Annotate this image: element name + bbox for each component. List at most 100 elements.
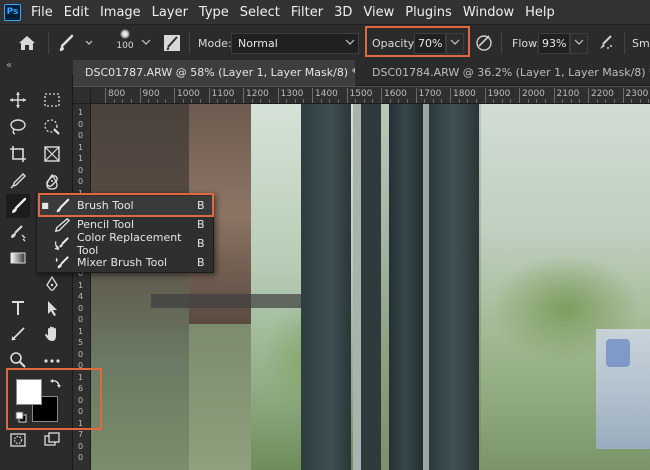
pen-tool[interactable] bbox=[40, 272, 64, 296]
mode-dropdown[interactable]: Normal bbox=[231, 33, 359, 54]
flow-label: Flow: bbox=[512, 37, 541, 50]
flow-dropdown-button[interactable] bbox=[570, 33, 588, 54]
shortcut-key: B bbox=[197, 237, 205, 250]
ruler-minor-tick bbox=[398, 99, 400, 103]
ruler-digit: 1 bbox=[78, 280, 84, 290]
home-icon[interactable] bbox=[18, 34, 36, 55]
eyedropper-tool[interactable] bbox=[6, 169, 30, 193]
clone-stamp-tool[interactable] bbox=[6, 221, 30, 245]
menu-type[interactable]: Type bbox=[199, 5, 229, 20]
ruler-tick bbox=[450, 88, 451, 103]
gradient-tool[interactable] bbox=[6, 246, 30, 270]
hand-icon bbox=[45, 326, 56, 341]
rectangle-tool[interactable] bbox=[6, 322, 30, 346]
ruler-minor-tick bbox=[536, 99, 538, 103]
chevron-down-icon[interactable] bbox=[141, 38, 151, 49]
blur-tool[interactable] bbox=[40, 170, 64, 194]
brush-icon bbox=[12, 197, 27, 213]
ruler-minor-tick bbox=[579, 99, 581, 103]
document-canvas[interactable] bbox=[91, 104, 650, 470]
menu-file[interactable]: File bbox=[31, 5, 53, 20]
brush-size-preview[interactable]: 100 bbox=[114, 29, 136, 51]
tab-dsc01784[interactable]: DSC01784.ARW @ 36.2% (Layer 1, Layer Mas… bbox=[360, 60, 650, 86]
menu-layer[interactable]: Layer bbox=[152, 5, 188, 20]
type-tool[interactable] bbox=[6, 296, 30, 320]
ruler-digit: 0 bbox=[78, 315, 84, 324]
ruler-minor-tick bbox=[191, 99, 193, 103]
path-selection-tool[interactable] bbox=[40, 296, 64, 320]
menu-window[interactable]: Window bbox=[463, 5, 514, 20]
ruler-minor-tick bbox=[475, 99, 477, 103]
ruler-minor-tick bbox=[329, 99, 331, 103]
quick-mask-button[interactable] bbox=[6, 428, 30, 452]
menu-3d[interactable]: 3D bbox=[334, 5, 352, 20]
ruler-tick bbox=[588, 88, 589, 103]
ruler-minor-tick bbox=[320, 99, 322, 103]
quick-selection-tool[interactable] bbox=[40, 115, 64, 139]
ruler-minor-tick bbox=[251, 99, 253, 103]
tab-dsc01787[interactable]: DSC01787.ARW @ 58% (Layer 1, Layer Mask/… bbox=[73, 60, 355, 86]
screen-mode-button[interactable] bbox=[40, 428, 64, 452]
brush-settings-panel-icon[interactable] bbox=[162, 33, 182, 56]
horizontal-ruler[interactable]: 800 900 1000 1100 1200 1300 1400 1500 1600 1700 18… bbox=[91, 87, 650, 104]
ruler-digit: 0 bbox=[78, 349, 84, 359]
ruler-minor-tick bbox=[294, 99, 296, 103]
flow-input[interactable]: 93% bbox=[538, 33, 570, 54]
pressure-opacity-icon[interactable] bbox=[474, 32, 494, 55]
collapse-panel-button[interactable]: « bbox=[0, 60, 73, 74]
ruler-minor-tick bbox=[458, 99, 460, 103]
ruler-minor-tick bbox=[130, 99, 132, 103]
ruler-label: 1700 bbox=[418, 89, 442, 99]
lasso-tool[interactable] bbox=[6, 115, 30, 139]
ruler-label: 800 bbox=[108, 89, 126, 99]
ruler-origin[interactable] bbox=[73, 87, 91, 104]
brush-tool[interactable] bbox=[6, 194, 30, 218]
more-dots-icon bbox=[44, 359, 60, 363]
ruler-tick bbox=[277, 88, 279, 103]
ruler-tick bbox=[484, 88, 486, 103]
ruler-minor-tick bbox=[234, 99, 236, 103]
menu-view[interactable]: View bbox=[363, 5, 394, 20]
ruler-tick bbox=[415, 88, 417, 103]
menu-edit[interactable]: Edit bbox=[64, 5, 89, 20]
menu-select[interactable]: Select bbox=[240, 5, 280, 20]
ruler-digit: 5 bbox=[78, 338, 84, 347]
flyout-item-color-replacement-tool[interactable]: Color Replacement Tool B bbox=[37, 231, 213, 257]
color-replacement-icon bbox=[53, 236, 71, 252]
ruler-label: 2300 bbox=[625, 89, 649, 99]
ruler-label: 1600 bbox=[384, 89, 407, 99]
flyout-label: Pencil Tool bbox=[77, 218, 135, 231]
foreground-color-swatch[interactable] bbox=[16, 379, 42, 405]
ruler-minor-tick bbox=[372, 99, 374, 103]
menu-filter[interactable]: Filter bbox=[291, 5, 323, 20]
ruler-tick bbox=[139, 88, 141, 103]
ruler-minor-tick bbox=[337, 99, 339, 103]
marquee-tool[interactable] bbox=[40, 88, 64, 112]
crop-tool[interactable] bbox=[6, 142, 30, 166]
separator bbox=[48, 32, 49, 54]
ruler-label: 2100 bbox=[556, 89, 580, 99]
menu-plugins[interactable]: Plugins bbox=[405, 5, 452, 20]
menu-help[interactable]: Help bbox=[525, 5, 555, 20]
gradient-icon bbox=[10, 252, 26, 264]
frame-tool[interactable] bbox=[40, 142, 64, 166]
ruler-minor-tick bbox=[493, 99, 495, 103]
flyout-item-mixer-brush-tool[interactable]: Mixer Brush Tool B bbox=[37, 253, 213, 272]
brush-preset-picker[interactable] bbox=[58, 33, 98, 56]
menu-image[interactable]: Image bbox=[100, 5, 141, 20]
move-tool[interactable] bbox=[6, 88, 30, 112]
ruler-label: 1000 bbox=[177, 89, 200, 99]
hand-tool[interactable] bbox=[40, 322, 64, 346]
ruler-minor-tick bbox=[260, 99, 262, 103]
ruler-minor-tick bbox=[441, 99, 443, 103]
ruler-minor-tick bbox=[432, 99, 434, 103]
ruler-label: 2000 bbox=[522, 89, 545, 99]
ruler-minor-tick bbox=[217, 99, 219, 103]
ruler-digit: 0 bbox=[78, 165, 84, 175]
ruler-minor-tick bbox=[225, 99, 227, 103]
airbrush-icon[interactable] bbox=[596, 32, 616, 55]
ruler-minor-tick bbox=[156, 99, 158, 103]
move-icon bbox=[10, 92, 26, 108]
ruler-minor-tick bbox=[389, 99, 391, 103]
tab-label: DSC01787.ARW @ 58% (Layer 1, Layer Mask/… bbox=[85, 66, 355, 79]
